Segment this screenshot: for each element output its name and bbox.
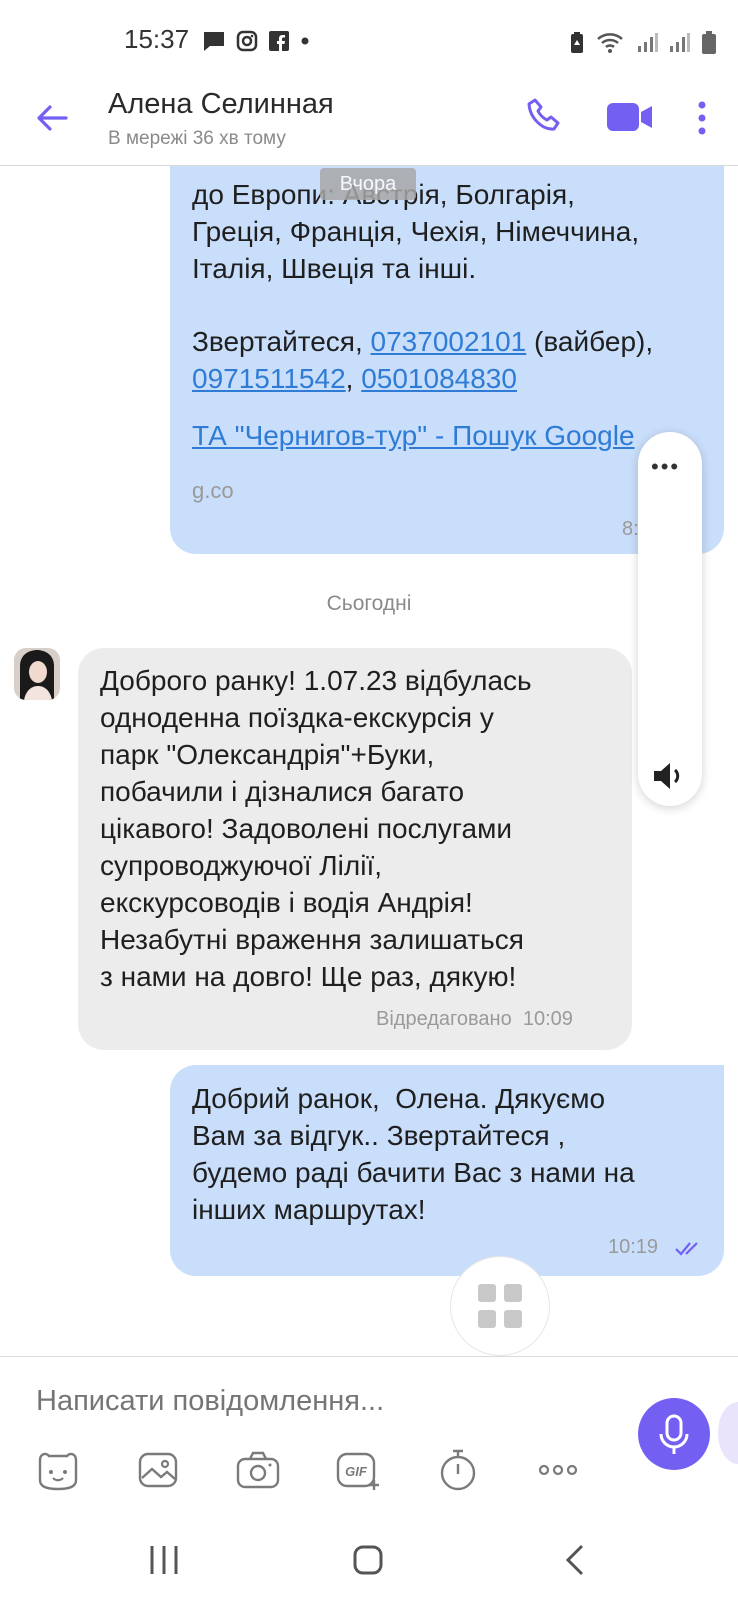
link-preview-title[interactable]: ТА "Чернигов-тур" - Пошук Google [192, 420, 652, 452]
svg-text:GIF: GIF [345, 1464, 368, 1479]
wifi-icon [597, 33, 623, 53]
contacts-prefix: Звертайтеся, [192, 326, 371, 357]
message-icon [204, 32, 224, 51]
gallery-icon[interactable] [134, 1446, 182, 1494]
sticker-icon[interactable] [34, 1446, 82, 1494]
phone-link[interactable]: 0737002101 [371, 326, 527, 357]
video-call-icon[interactable] [606, 100, 654, 134]
speaker-icon[interactable] [652, 760, 688, 792]
message-text: Добрий ранок, Олена. Дякуємо Вам за відг… [192, 1083, 635, 1225]
message-contacts: Звертайтеся, 0737002101 (вайбер), 0971511… [192, 323, 722, 397]
more-horizontal-icon[interactable] [534, 1446, 582, 1494]
home-icon[interactable] [348, 1540, 388, 1580]
phone-separator: , [345, 363, 362, 394]
shortcuts-grid-button[interactable] [450, 1256, 550, 1356]
read-check-icon [675, 1242, 698, 1256]
gif-icon[interactable]: GIF [334, 1446, 382, 1494]
date-chip: Вчора [320, 168, 416, 200]
back-nav-icon[interactable] [556, 1540, 596, 1580]
facebook-icon [269, 31, 289, 51]
status-time: 15:37 [124, 24, 190, 54]
message-time: 8: [622, 518, 639, 540]
signal-icon [638, 33, 658, 52]
message-time: 10:19 [608, 1236, 659, 1258]
timer-icon[interactable] [434, 1446, 482, 1494]
composer-divider [0, 1356, 738, 1357]
floating-panel[interactable] [638, 432, 702, 806]
message-text: Доброго ранку! 1.07.23 відбулась одноден… [100, 665, 532, 992]
camera-icon[interactable] [234, 1446, 282, 1494]
phone-link[interactable]: 0971511542 [192, 363, 346, 394]
phone-suffix: (вайбер), [526, 326, 654, 357]
status-notifications [202, 30, 310, 52]
signal-icon [670, 33, 690, 52]
link-preview-domain: g.co [192, 478, 234, 503]
battery-saver-icon [571, 32, 583, 53]
more-dots-icon[interactable]: ••• [651, 454, 680, 480]
recent-apps-icon[interactable] [144, 1540, 184, 1580]
avatar[interactable] [14, 648, 60, 700]
status-system-icons [568, 30, 718, 56]
phone-link[interactable]: 0501084830 [361, 363, 517, 394]
grid-icon [478, 1284, 522, 1328]
phone-icon[interactable] [524, 96, 564, 136]
more-vertical-icon[interactable] [690, 98, 714, 138]
message-text: до Европи: Австрія, Болгарія, Греція, Фр… [192, 179, 640, 284]
message-input[interactable] [34, 1384, 598, 1419]
edited-time: Відредаговано 10:09 [376, 1008, 573, 1031]
instagram-icon [236, 30, 258, 52]
voice-message-button[interactable] [638, 1398, 710, 1470]
dot-icon [301, 37, 309, 45]
mic-highlight [718, 1402, 738, 1464]
date-separator: Сьогодні [326, 592, 412, 615]
message-time: 10:09 [522, 1008, 573, 1030]
battery-icon [702, 31, 716, 54]
microphone-icon [659, 1414, 689, 1454]
contact-status: В мережі 36 хв тому [108, 128, 286, 149]
contact-name[interactable]: Алена Селинная [108, 88, 334, 121]
edited-label: Відредаговано [376, 1008, 512, 1030]
back-arrow-icon[interactable] [30, 96, 74, 140]
